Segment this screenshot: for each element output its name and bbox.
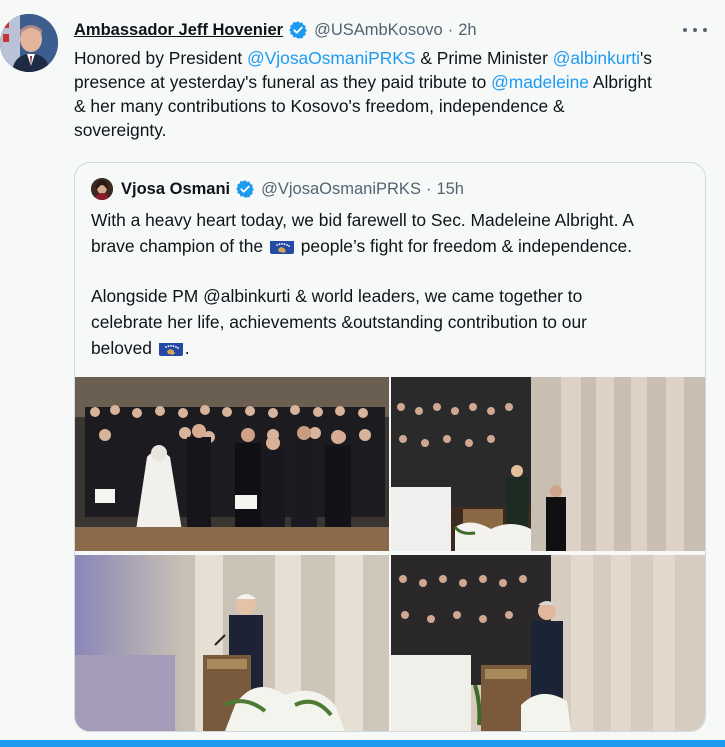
author-handle[interactable]: @USAmbKosovo <box>314 21 443 40</box>
quoted-tweet-text: With a heavy heart today, we bid farewel… <box>91 207 691 361</box>
funeral-crowd-photo[interactable] <box>75 377 389 551</box>
mention-link[interactable]: @albinkurti <box>553 48 640 68</box>
text-segment: 's <box>639 48 652 68</box>
quoted-text-line: Alongside PM @albinkurti & world leaders… <box>91 286 583 306</box>
text-segment: Honored by President <box>74 48 248 68</box>
mention-link[interactable]: @VjosaOsmaniPRKS <box>247 48 415 68</box>
verified-badge-icon <box>236 180 255 198</box>
quoted-text-line: celebrate her life, achievements &outsta… <box>91 312 587 332</box>
quoted-text-line: beloved . <box>91 335 691 361</box>
tweet-text-line: presence at yesterday's funeral as they … <box>74 70 704 94</box>
speaker-at-podium-photo[interactable] <box>391 555 705 731</box>
text-segment: brave champion of the <box>91 236 268 256</box>
bottom-accent-bar <box>0 740 725 747</box>
quoted-tweet[interactable]: Vjosa Osmani @VjosaOsmaniPRKS · 15h With… <box>74 162 706 732</box>
author-name[interactable]: Ambassador Jeff Hovenier <box>74 21 283 40</box>
text-segment: Albright <box>588 72 652 92</box>
kosovo-flag-icon <box>269 238 294 254</box>
quoted-tweet-header: Vjosa Osmani @VjosaOsmaniPRKS · 15h <box>91 177 464 201</box>
separator-dot: · <box>447 20 454 39</box>
author-avatar[interactable] <box>0 14 58 72</box>
tweet-text: Honored by President @VjosaOsmaniPRKS & … <box>74 46 704 142</box>
text-segment: & Prime Minister <box>415 48 553 68</box>
text-segment: beloved <box>91 338 157 358</box>
quoted-text-line: brave champion of the people’s fight for… <box>91 233 691 259</box>
president-speaking-photo[interactable] <box>75 555 389 731</box>
text-segment: . <box>184 338 190 358</box>
tweet-header: Ambassador Jeff Hovenier @USAmbKosovo · … <box>74 18 477 42</box>
separator-dot: · <box>425 179 432 198</box>
tweet[interactable]: Ambassador Jeff Hovenier @USAmbKosovo · … <box>0 0 725 747</box>
quoted-author-handle: @VjosaOsmaniPRKS <box>261 179 421 198</box>
kosovo-flag-icon <box>158 340 183 356</box>
quoted-author-avatar <box>91 178 113 200</box>
quoted-text-line: With a heavy heart today, we bid farewel… <box>91 210 634 230</box>
mention-link[interactable]: @madeleine <box>491 72 589 92</box>
cathedral-podium-photo[interactable] <box>391 377 705 551</box>
verified-badge-icon <box>289 21 307 39</box>
quoted-author-name: Vjosa Osmani <box>121 179 231 198</box>
text-segment: people’s fight for freedom & independenc… <box>295 236 633 256</box>
more-horizontal-icon[interactable] <box>683 20 707 40</box>
tweet-text-line: sovereignty. <box>74 120 167 140</box>
tweet-text-line: Honored by President @VjosaOsmaniPRKS & … <box>74 46 704 70</box>
quoted-tweet-timestamp: 15h <box>436 179 464 198</box>
tweet-timestamp[interactable]: 2h <box>458 21 476 40</box>
text-segment: presence at yesterday's funeral as they … <box>74 72 492 92</box>
tweet-text-line: & her many contributions to Kosovo's fre… <box>74 96 565 116</box>
media-grid <box>75 377 705 731</box>
